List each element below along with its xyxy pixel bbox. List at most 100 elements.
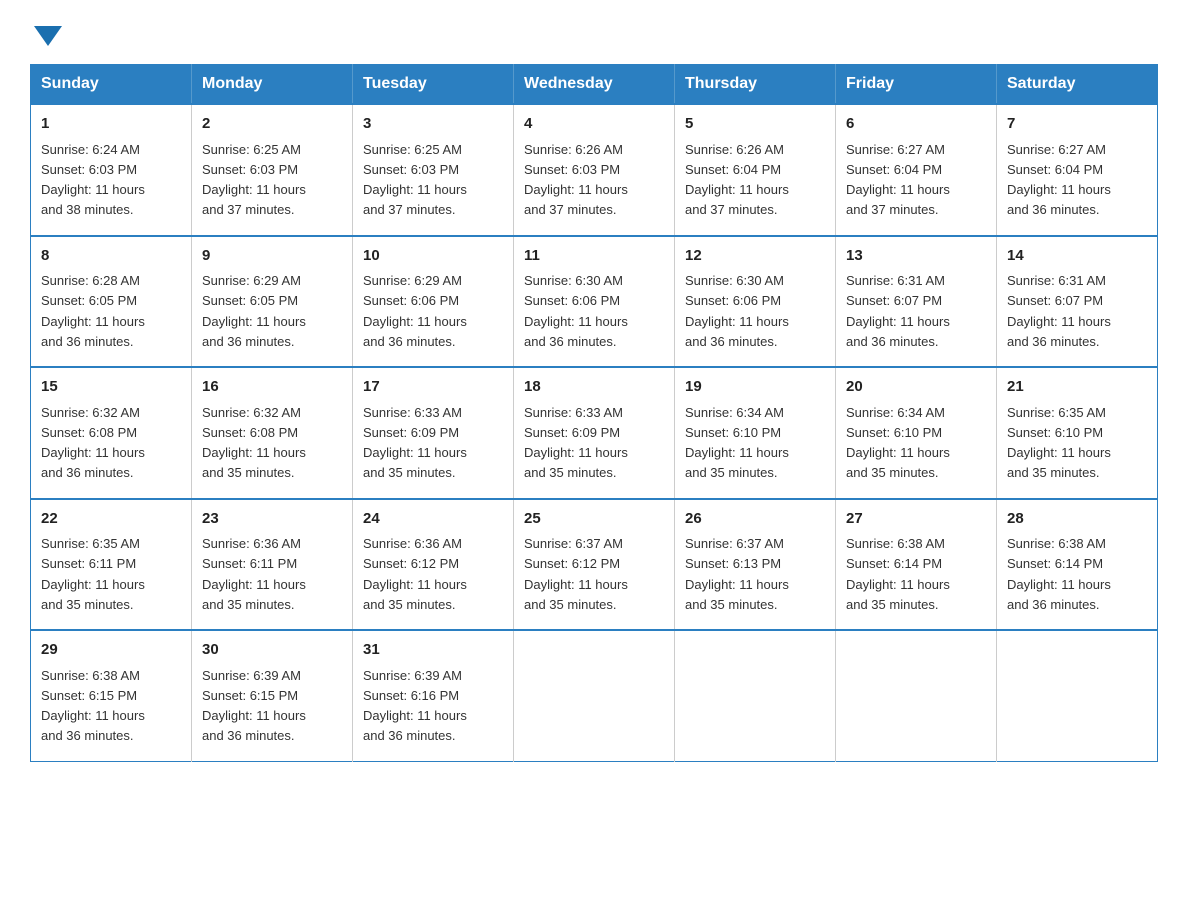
page-header <box>30 20 1158 46</box>
day-info: Sunrise: 6:37 AM Sunset: 6:13 PM Dayligh… <box>685 536 789 612</box>
day-info: Sunrise: 6:38 AM Sunset: 6:15 PM Dayligh… <box>41 668 145 744</box>
calendar-week-row: 22 Sunrise: 6:35 AM Sunset: 6:11 PM Dayl… <box>31 499 1158 631</box>
day-info: Sunrise: 6:30 AM Sunset: 6:06 PM Dayligh… <box>685 273 789 349</box>
calendar-cell: 1 Sunrise: 6:24 AM Sunset: 6:03 PM Dayli… <box>31 104 192 236</box>
day-number: 10 <box>363 245 503 268</box>
calendar-cell: 22 Sunrise: 6:35 AM Sunset: 6:11 PM Dayl… <box>31 499 192 631</box>
day-info: Sunrise: 6:39 AM Sunset: 6:15 PM Dayligh… <box>202 668 306 744</box>
calendar-cell <box>675 630 836 761</box>
day-number: 14 <box>1007 245 1147 268</box>
day-info: Sunrise: 6:31 AM Sunset: 6:07 PM Dayligh… <box>846 273 950 349</box>
calendar-week-row: 15 Sunrise: 6:32 AM Sunset: 6:08 PM Dayl… <box>31 367 1158 499</box>
calendar-cell: 21 Sunrise: 6:35 AM Sunset: 6:10 PM Dayl… <box>997 367 1158 499</box>
day-info: Sunrise: 6:38 AM Sunset: 6:14 PM Dayligh… <box>1007 536 1111 612</box>
day-number: 4 <box>524 113 664 136</box>
calendar-cell: 10 Sunrise: 6:29 AM Sunset: 6:06 PM Dayl… <box>353 236 514 368</box>
day-number: 25 <box>524 508 664 531</box>
calendar-cell: 29 Sunrise: 6:38 AM Sunset: 6:15 PM Dayl… <box>31 630 192 761</box>
weekday-header-wednesday: Wednesday <box>514 65 675 105</box>
day-number: 1 <box>41 113 181 136</box>
day-number: 30 <box>202 639 342 662</box>
weekday-header-saturday: Saturday <box>997 65 1158 105</box>
day-info: Sunrise: 6:34 AM Sunset: 6:10 PM Dayligh… <box>846 405 950 481</box>
day-info: Sunrise: 6:37 AM Sunset: 6:12 PM Dayligh… <box>524 536 628 612</box>
day-number: 2 <box>202 113 342 136</box>
day-info: Sunrise: 6:33 AM Sunset: 6:09 PM Dayligh… <box>363 405 467 481</box>
day-info: Sunrise: 6:28 AM Sunset: 6:05 PM Dayligh… <box>41 273 145 349</box>
day-info: Sunrise: 6:27 AM Sunset: 6:04 PM Dayligh… <box>846 142 950 218</box>
calendar-cell: 28 Sunrise: 6:38 AM Sunset: 6:14 PM Dayl… <box>997 499 1158 631</box>
day-number: 23 <box>202 508 342 531</box>
weekday-header-friday: Friday <box>836 65 997 105</box>
day-number: 5 <box>685 113 825 136</box>
day-info: Sunrise: 6:26 AM Sunset: 6:04 PM Dayligh… <box>685 142 789 218</box>
calendar-cell: 2 Sunrise: 6:25 AM Sunset: 6:03 PM Dayli… <box>192 104 353 236</box>
day-number: 9 <box>202 245 342 268</box>
calendar-cell: 13 Sunrise: 6:31 AM Sunset: 6:07 PM Dayl… <box>836 236 997 368</box>
calendar-cell: 14 Sunrise: 6:31 AM Sunset: 6:07 PM Dayl… <box>997 236 1158 368</box>
calendar-cell: 17 Sunrise: 6:33 AM Sunset: 6:09 PM Dayl… <box>353 367 514 499</box>
calendar-cell: 3 Sunrise: 6:25 AM Sunset: 6:03 PM Dayli… <box>353 104 514 236</box>
calendar-cell: 9 Sunrise: 6:29 AM Sunset: 6:05 PM Dayli… <box>192 236 353 368</box>
calendar-cell: 16 Sunrise: 6:32 AM Sunset: 6:08 PM Dayl… <box>192 367 353 499</box>
day-number: 21 <box>1007 376 1147 399</box>
calendar-cell <box>836 630 997 761</box>
day-number: 20 <box>846 376 986 399</box>
weekday-header-sunday: Sunday <box>31 65 192 105</box>
day-number: 18 <box>524 376 664 399</box>
day-info: Sunrise: 6:35 AM Sunset: 6:11 PM Dayligh… <box>41 536 145 612</box>
calendar-cell: 18 Sunrise: 6:33 AM Sunset: 6:09 PM Dayl… <box>514 367 675 499</box>
calendar-cell: 20 Sunrise: 6:34 AM Sunset: 6:10 PM Dayl… <box>836 367 997 499</box>
day-number: 17 <box>363 376 503 399</box>
day-number: 12 <box>685 245 825 268</box>
day-info: Sunrise: 6:25 AM Sunset: 6:03 PM Dayligh… <box>363 142 467 218</box>
day-number: 27 <box>846 508 986 531</box>
day-number: 26 <box>685 508 825 531</box>
day-info: Sunrise: 6:30 AM Sunset: 6:06 PM Dayligh… <box>524 273 628 349</box>
day-number: 7 <box>1007 113 1147 136</box>
day-info: Sunrise: 6:34 AM Sunset: 6:10 PM Dayligh… <box>685 405 789 481</box>
day-number: 22 <box>41 508 181 531</box>
day-info: Sunrise: 6:24 AM Sunset: 6:03 PM Dayligh… <box>41 142 145 218</box>
calendar-cell: 4 Sunrise: 6:26 AM Sunset: 6:03 PM Dayli… <box>514 104 675 236</box>
day-number: 29 <box>41 639 181 662</box>
calendar-cell: 30 Sunrise: 6:39 AM Sunset: 6:15 PM Dayl… <box>192 630 353 761</box>
calendar-cell: 8 Sunrise: 6:28 AM Sunset: 6:05 PM Dayli… <box>31 236 192 368</box>
logo-arrow-icon <box>34 26 62 46</box>
day-info: Sunrise: 6:38 AM Sunset: 6:14 PM Dayligh… <box>846 536 950 612</box>
day-info: Sunrise: 6:29 AM Sunset: 6:06 PM Dayligh… <box>363 273 467 349</box>
calendar-cell: 5 Sunrise: 6:26 AM Sunset: 6:04 PM Dayli… <box>675 104 836 236</box>
weekday-header-thursday: Thursday <box>675 65 836 105</box>
calendar-week-row: 8 Sunrise: 6:28 AM Sunset: 6:05 PM Dayli… <box>31 236 1158 368</box>
day-number: 8 <box>41 245 181 268</box>
weekday-header-monday: Monday <box>192 65 353 105</box>
calendar-cell: 27 Sunrise: 6:38 AM Sunset: 6:14 PM Dayl… <box>836 499 997 631</box>
logo <box>30 20 62 46</box>
calendar-cell: 23 Sunrise: 6:36 AM Sunset: 6:11 PM Dayl… <box>192 499 353 631</box>
calendar-cell <box>514 630 675 761</box>
day-info: Sunrise: 6:27 AM Sunset: 6:04 PM Dayligh… <box>1007 142 1111 218</box>
day-number: 13 <box>846 245 986 268</box>
day-number: 6 <box>846 113 986 136</box>
calendar-cell <box>997 630 1158 761</box>
day-number: 3 <box>363 113 503 136</box>
day-info: Sunrise: 6:26 AM Sunset: 6:03 PM Dayligh… <box>524 142 628 218</box>
day-info: Sunrise: 6:29 AM Sunset: 6:05 PM Dayligh… <box>202 273 306 349</box>
calendar-cell: 12 Sunrise: 6:30 AM Sunset: 6:06 PM Dayl… <box>675 236 836 368</box>
calendar-cell: 6 Sunrise: 6:27 AM Sunset: 6:04 PM Dayli… <box>836 104 997 236</box>
day-info: Sunrise: 6:33 AM Sunset: 6:09 PM Dayligh… <box>524 405 628 481</box>
day-info: Sunrise: 6:36 AM Sunset: 6:12 PM Dayligh… <box>363 536 467 612</box>
calendar-cell: 24 Sunrise: 6:36 AM Sunset: 6:12 PM Dayl… <box>353 499 514 631</box>
day-info: Sunrise: 6:31 AM Sunset: 6:07 PM Dayligh… <box>1007 273 1111 349</box>
calendar-week-row: 1 Sunrise: 6:24 AM Sunset: 6:03 PM Dayli… <box>31 104 1158 236</box>
day-number: 31 <box>363 639 503 662</box>
day-info: Sunrise: 6:35 AM Sunset: 6:10 PM Dayligh… <box>1007 405 1111 481</box>
day-number: 19 <box>685 376 825 399</box>
calendar-header-row: SundayMondayTuesdayWednesdayThursdayFrid… <box>31 65 1158 105</box>
calendar-cell: 26 Sunrise: 6:37 AM Sunset: 6:13 PM Dayl… <box>675 499 836 631</box>
day-number: 15 <box>41 376 181 399</box>
calendar-week-row: 29 Sunrise: 6:38 AM Sunset: 6:15 PM Dayl… <box>31 630 1158 761</box>
calendar-cell: 31 Sunrise: 6:39 AM Sunset: 6:16 PM Dayl… <box>353 630 514 761</box>
day-number: 11 <box>524 245 664 268</box>
weekday-header-tuesday: Tuesday <box>353 65 514 105</box>
